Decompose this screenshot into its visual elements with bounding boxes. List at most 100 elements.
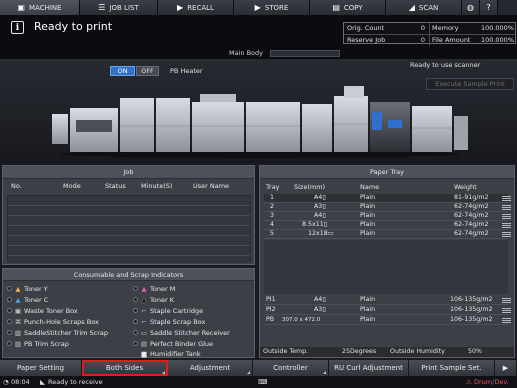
indicator-waste-toner: ▣ Waste Toner Box	[7, 306, 78, 315]
job-col-no: No.	[11, 182, 22, 190]
job-row[interactable]	[8, 196, 250, 206]
counter-row: Orig. Count 0 Memory 100.000%	[344, 23, 515, 34]
receive-icon: ◣	[40, 378, 45, 386]
job-row[interactable]	[8, 206, 250, 216]
paper-level-icon	[502, 232, 511, 237]
orig-count-value: 0	[420, 24, 425, 32]
machine-icon: ▣	[17, 3, 25, 12]
tray-row-pi1[interactable]: PI1 A4▯ Plain 106-135g/m2	[264, 296, 511, 305]
tray-col-weight: Weight	[454, 183, 477, 191]
tray-row-3[interactable]: 3 A4▯ Plain 62-74g/m2	[264, 212, 511, 221]
indicator-staple-scrap: ⌐ Staple Scrap Box	[133, 317, 205, 326]
environment-bar: Outside Temp. 25Degrees Outside Humidity…	[260, 347, 514, 357]
reserve-job-label: Reserve Job	[347, 36, 386, 44]
tray-row-5[interactable]: 5 12x18▭ Plain 62-74g/m2	[264, 230, 511, 239]
tray-row-pi2[interactable]: PI2 A3▯ Plain 106-135g/m2	[264, 306, 511, 315]
paper-setting-button[interactable]: Paper Setting	[0, 360, 82, 376]
info-icon: i	[11, 21, 24, 34]
indicator-toner-y: ▲ Toner Y	[7, 284, 48, 293]
indicator-binder-glue: ▤ Perfect Binder Glue	[133, 339, 213, 348]
recall-icon: ▶	[177, 3, 184, 12]
expand-corner-icon	[323, 371, 326, 374]
waste-box-icon: ▣	[14, 306, 22, 315]
job-panel-title: Job	[3, 166, 254, 179]
machine-illustration	[52, 86, 468, 158]
memory-value: 100.000%	[480, 24, 514, 32]
next-page-button[interactable]: ▶	[495, 360, 517, 376]
expand-corner-icon	[247, 371, 250, 374]
tray-row-4[interactable]: 4 8.5x11▯ Plain 62-74g/m2	[264, 221, 511, 230]
tank-icon: ▆	[141, 349, 147, 358]
tray-empty-area	[264, 240, 508, 294]
reserve-job-value: 0	[420, 36, 425, 44]
keyboard-icon[interactable]: ⌨	[258, 378, 267, 386]
store-icon: ▶	[254, 3, 261, 12]
scanner-status: Ready to use scanner	[410, 61, 481, 69]
controller-button[interactable]: Controller	[253, 360, 329, 376]
indicator-staple-cartridge: ⌐ Staple Cartridge	[133, 306, 203, 315]
job-row[interactable]	[8, 236, 250, 246]
job-row[interactable]	[8, 216, 250, 226]
tray-col-size: Size(mm)	[294, 183, 326, 191]
tray-table-header: Tray Size(mm) Name Weight	[260, 182, 514, 192]
tab-machine[interactable]: ▣ MACHINE	[0, 0, 80, 15]
trim-icon: ▧	[14, 339, 22, 348]
clock-icon: ◔	[3, 378, 9, 386]
help-icon: ?	[486, 3, 491, 12]
staple-icon: ⌐	[141, 306, 147, 315]
power-button[interactable]: ◍	[462, 0, 480, 15]
punch-icon: ⌘	[14, 317, 22, 326]
tab-scan[interactable]: ◢ SCAN	[386, 0, 462, 15]
receiver-icon: ▭	[140, 328, 148, 337]
tab-store[interactable]: ▶ STORE	[234, 0, 310, 15]
paper-level-icon	[502, 308, 511, 313]
indicator-toner-c: ▲ Toner C	[7, 295, 48, 304]
counter-box: Orig. Count 0 Memory 100.000% Reserve Jo…	[343, 22, 516, 46]
job-table-header: No. Mode Status Minute(S) User Name	[3, 179, 254, 191]
tray-row-2[interactable]: 2 A3▯ Plain 62-74g/m2	[264, 203, 511, 212]
tray-row-pb[interactable]: PB 307.0 x 472.0 Plain 106-135g/m2	[264, 316, 511, 325]
paper-level-icon	[502, 205, 511, 210]
consumable-scrap-panel: Consumable and Scrap Indicators ▲ Toner Y…	[2, 268, 255, 358]
print-sample-set-button[interactable]: Print Sample Set.	[409, 360, 495, 376]
paper-level-icon	[502, 298, 511, 303]
tab-recall[interactable]: ▶ RECALL	[158, 0, 234, 15]
both-sides-button[interactable]: Both Sides	[82, 360, 168, 376]
indicator-punch-scrap: ⌘ Punch-Hole Scraps Box	[7, 317, 99, 326]
outside-humidity-value: 50%	[468, 348, 482, 355]
help-button[interactable]: ?	[480, 0, 498, 15]
paper-level-icon	[502, 196, 511, 201]
outside-humidity-label: Outside Humidity	[390, 348, 445, 355]
job-col-user: User Name	[193, 182, 230, 190]
outside-temp-label: Outside Temp.	[263, 348, 309, 355]
pb-heater-off-button[interactable]: OFF	[136, 66, 159, 76]
ru-curl-adjustment-button[interactable]: RU Curl Adjustment	[329, 360, 409, 376]
drum-dev-status: Drum/Dev.	[474, 378, 509, 386]
tab-copy[interactable]: ▤ COPY	[310, 0, 386, 15]
indicator-toner-k: ▲ Toner K	[133, 295, 174, 304]
pb-heater-on-button[interactable]: ON	[110, 66, 135, 76]
power-icon: ◍	[467, 3, 474, 12]
job-col-status: Status	[105, 182, 126, 190]
job-panel: Job No. Mode Status Minute(S) User Name	[2, 165, 255, 265]
tray-row-1[interactable]: 1 A4▯ Plain 81-91g/m2	[264, 194, 511, 203]
counter-row: Reserve Job 0 File Amount 100.000%	[344, 34, 515, 46]
file-amount-value: 100.000%	[480, 36, 514, 44]
job-list[interactable]	[7, 195, 251, 262]
toner-icon: ▲	[15, 284, 21, 293]
bottom-button-bar: Paper Setting Both Sides Adjustment Cont…	[0, 360, 517, 376]
job-col-minute: Minute(S)	[141, 182, 173, 190]
adjustment-button[interactable]: Adjustment	[168, 360, 253, 376]
toner-icon: ▲	[15, 295, 21, 304]
tab-job-list[interactable]: ☰ JOB LIST	[80, 0, 158, 15]
indicator-toner-m: ▲ Toner M	[133, 284, 175, 293]
top-tab-bar: ▣ MACHINE ☰ JOB LIST ▶ RECALL ▶ STORE ▤ COPY …	[0, 0, 517, 15]
job-col-mode: Mode	[63, 182, 81, 190]
indicator-pb-trim: ▧ PB Trim Scrap	[7, 339, 69, 348]
status-bar-message: Ready to receive	[48, 378, 103, 386]
toner-icon: ▲	[141, 295, 147, 304]
job-row[interactable]	[8, 226, 250, 236]
job-row[interactable]	[8, 246, 250, 256]
consumable-title: Consumable and Scrap Indicators	[3, 269, 254, 281]
orig-count-label: Orig. Count	[347, 24, 385, 32]
